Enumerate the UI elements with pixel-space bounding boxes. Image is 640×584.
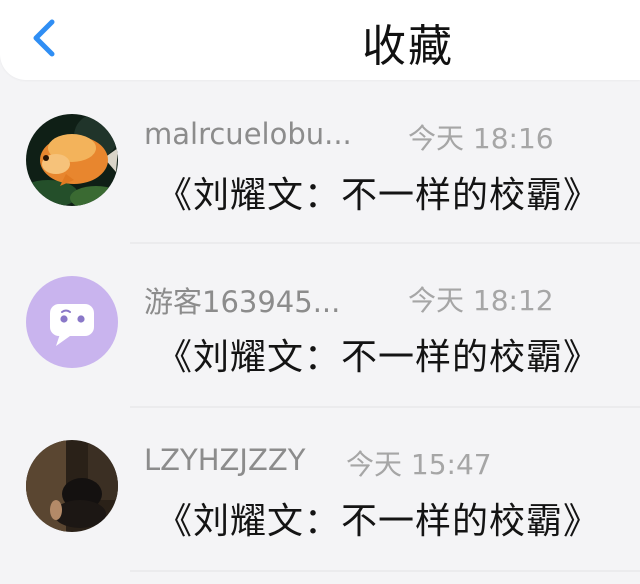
avatar [26,440,118,532]
sender-name: 游客163945... [144,285,341,319]
list-item[interactable]: LZYHZJZZY 今天 15:47 《刘耀文：不一样的校霸》 [0,408,640,572]
sender-name: LZYHZJZZY [144,443,306,477]
timestamp: 今天 15:47 [346,448,492,481]
timestamp: 今天 18:12 [408,284,554,317]
message-preview: 《刘耀文：不一样的校霸》 [156,175,601,216]
message-preview: 《刘耀文：不一样的校霸》 [156,501,601,542]
chat-bubble-icon [50,304,94,346]
message-preview: 《刘耀文：不一样的校霸》 [156,337,601,378]
timestamp: 今天 18:16 [408,122,554,155]
top-bar: 收藏 [0,0,640,80]
divider [130,570,640,572]
list-item[interactable]: malrcuelobu... 今天 18:16 《刘耀文：不一样的校霸》 [0,82,640,244]
favorites-list: malrcuelobu... 今天 18:16 《刘耀文：不一样的校霸》 游客1… [0,82,640,572]
list-item[interactable]: 游客163945... 今天 18:12 《刘耀文：不一样的校霸》 [0,244,640,408]
avatar [26,276,118,368]
page-title: 收藏 [362,21,454,72]
sender-name: malrcuelobu... [144,117,352,151]
avatar [26,114,118,206]
